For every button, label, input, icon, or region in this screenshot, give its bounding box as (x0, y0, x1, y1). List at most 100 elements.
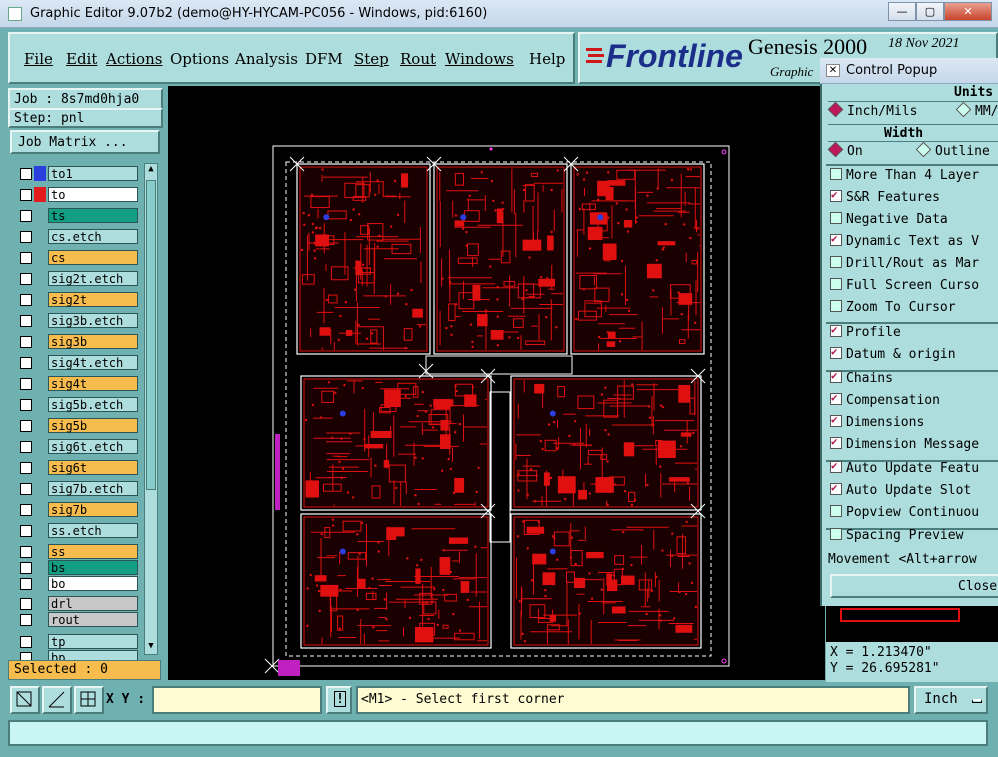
layer-row[interactable]: bo (14, 576, 138, 592)
layer-checkbox[interactable] (20, 420, 32, 432)
layer-name[interactable]: rout (48, 612, 138, 627)
scroll-up-icon[interactable]: ▲ (146, 164, 156, 176)
layer-row[interactable]: ts (14, 208, 138, 224)
job-matrix-button[interactable]: Job Matrix ... (10, 130, 160, 154)
layer-checkbox[interactable] (20, 483, 32, 495)
option-checkbox[interactable]: Profile (830, 325, 901, 345)
option-checkbox[interactable]: Auto Update Slot (830, 483, 971, 503)
layer-row[interactable]: bs (14, 560, 138, 576)
pcb-panel-view[interactable] (168, 86, 825, 680)
menu-edit[interactable]: Edit (66, 50, 97, 68)
layer-name[interactable]: to1 (48, 166, 138, 181)
maximize-button[interactable]: ▢ (916, 2, 944, 21)
layer-name[interactable]: cs (48, 250, 138, 265)
layer-row[interactable]: ss.etch (14, 523, 138, 539)
spacing-preview-checkbox[interactable]: Spacing Preview (830, 528, 963, 548)
option-checkbox[interactable]: Chains (830, 371, 893, 391)
layer-checkbox[interactable] (20, 210, 32, 222)
menu-file[interactable]: File (24, 50, 53, 68)
layer-name[interactable]: sig3b.etch (48, 313, 138, 328)
layer-row[interactable]: sig5b.etch (14, 397, 138, 413)
layer-name[interactable]: cs.etch (48, 229, 138, 244)
option-checkbox[interactable]: Compensation (830, 393, 940, 413)
layer-row[interactable]: sig6t.etch (14, 439, 138, 455)
menu-help[interactable]: Help (529, 50, 565, 68)
layer-name[interactable]: sig5b.etch (48, 397, 138, 412)
option-checkbox[interactable]: Negative Data (830, 212, 948, 232)
layer-name[interactable]: sig6t (48, 460, 138, 475)
layer-row[interactable]: to1 (14, 166, 138, 182)
option-checkbox[interactable]: S&R Features (830, 190, 940, 210)
xy-input[interactable] (152, 686, 322, 714)
unit-mm-radio[interactable]: MM/ (955, 101, 998, 124)
layer-name[interactable]: sig7b (48, 502, 138, 517)
zoom-box-button[interactable] (10, 686, 40, 714)
layer-checkbox[interactable] (20, 189, 32, 201)
layer-name[interactable]: sig5b (48, 418, 138, 433)
layer-checkbox[interactable] (20, 578, 32, 590)
layer-checkbox[interactable] (20, 636, 32, 648)
layer-row[interactable]: drl (14, 596, 138, 612)
menu-step[interactable]: Step (354, 50, 389, 68)
layer-name[interactable]: ss (48, 544, 138, 559)
option-checkbox[interactable]: Zoom To Cursor (830, 300, 956, 320)
menu-actions[interactable]: Actions (106, 50, 162, 68)
layer-row[interactable]: sig2t (14, 292, 138, 308)
layer-name[interactable]: ss.etch (48, 523, 138, 538)
layer-name[interactable]: sig3b (48, 334, 138, 349)
warning-button[interactable]: ! (326, 686, 352, 714)
layer-checkbox[interactable] (20, 525, 32, 537)
layer-row[interactable]: sig6t (14, 460, 138, 476)
layer-row[interactable]: sig5b (14, 418, 138, 434)
layer-checkbox[interactable] (20, 598, 32, 610)
layer-checkbox[interactable] (20, 273, 32, 285)
popup-close-button[interactable]: Close (830, 574, 998, 598)
minimize-button[interactable]: — (888, 2, 916, 21)
grid-button[interactable] (74, 686, 104, 714)
layer-row[interactable]: tp (14, 634, 138, 650)
layer-name[interactable]: sig4t.etch (48, 355, 138, 370)
option-checkbox[interactable]: Drill/Rout as Mar (830, 256, 979, 276)
layer-checkbox[interactable] (20, 378, 32, 390)
scroll-thumb[interactable] (146, 180, 156, 490)
option-checkbox[interactable]: Popview Continuou (830, 505, 979, 525)
layer-row[interactable]: rout (14, 612, 138, 628)
layer-checkbox[interactable] (20, 168, 32, 180)
layer-name[interactable]: bo (48, 576, 138, 591)
layer-scrollbar[interactable]: ▲ ▼ (144, 163, 158, 655)
layer-row[interactable]: sig2t.etch (14, 271, 138, 287)
layer-name[interactable]: sig6t.etch (48, 439, 138, 454)
layer-row[interactable]: cs.etch (14, 229, 138, 245)
option-checkbox[interactable]: More Than 4 Layer (830, 168, 979, 188)
layer-row[interactable]: sig3b.etch (14, 313, 138, 329)
layer-checkbox[interactable] (20, 441, 32, 453)
close-button[interactable]: ✕ (944, 2, 992, 21)
menu-options[interactable]: Options (170, 50, 229, 68)
option-checkbox[interactable]: Full Screen Curso (830, 278, 979, 298)
layer-checkbox[interactable] (20, 614, 32, 626)
layer-checkbox[interactable] (20, 231, 32, 243)
layer-checkbox[interactable] (20, 546, 32, 558)
layer-checkbox[interactable] (20, 252, 32, 264)
units-menu[interactable]: Inch (914, 686, 988, 714)
layer-checkbox[interactable] (20, 315, 32, 327)
layer-row[interactable]: to (14, 187, 138, 203)
layer-row[interactable]: sig4t (14, 376, 138, 392)
layer-checkbox[interactable] (20, 504, 32, 516)
layer-name[interactable]: drl (48, 596, 138, 611)
option-checkbox[interactable]: Dimensions (830, 415, 924, 435)
layer-name[interactable]: sig2t.etch (48, 271, 138, 286)
layer-name[interactable]: ts (48, 208, 138, 223)
layer-checkbox[interactable] (20, 462, 32, 474)
layer-checkbox[interactable] (20, 336, 32, 348)
measure-button[interactable] (42, 686, 72, 714)
layer-row[interactable]: sig7b (14, 502, 138, 518)
option-checkbox[interactable]: Dimension Message (830, 437, 979, 457)
layer-name[interactable]: to (48, 187, 138, 202)
menu-dfm[interactable]: DFM (305, 50, 343, 68)
option-checkbox[interactable]: Dynamic Text as V (830, 234, 979, 254)
option-checkbox[interactable]: Auto Update Featu (830, 461, 979, 481)
width-outline-radio[interactable]: Outline (915, 141, 990, 164)
layer-row[interactable]: sig3b (14, 334, 138, 350)
layer-checkbox[interactable] (20, 399, 32, 411)
